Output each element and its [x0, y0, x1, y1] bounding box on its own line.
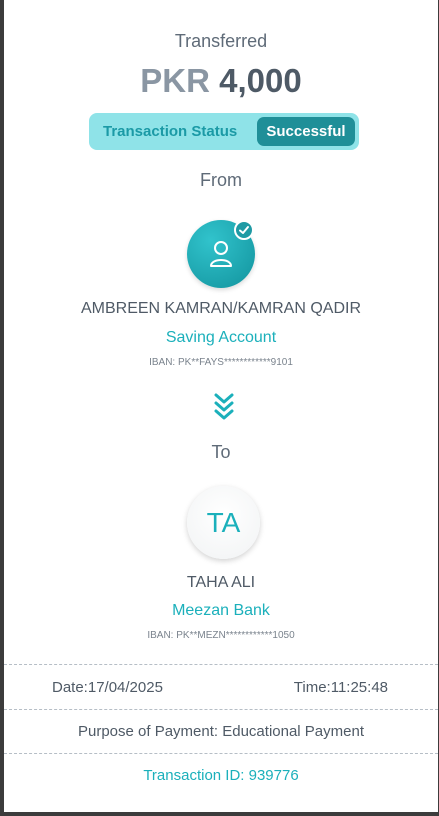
- divider: [4, 753, 438, 754]
- receiver-avatar: TA: [187, 486, 260, 559]
- currency-label: PKR: [140, 62, 210, 99]
- transfer-amount: PKR 4,000: [4, 62, 438, 100]
- status-badge: Successful: [257, 117, 355, 146]
- page-title: Transferred: [174, 31, 268, 51]
- user-icon: [210, 241, 232, 267]
- divider: [4, 664, 438, 665]
- receipt-card: Transferred PKR 4,000 Transaction Status…: [4, 0, 439, 812]
- sender-iban: IBAN: PK**FAYS************9101: [149, 357, 293, 368]
- receiver-name: TAHA ALI: [186, 574, 256, 591]
- transaction-time: Time:11:25:48: [293, 679, 388, 696]
- amount-value: 4,000: [219, 62, 302, 99]
- transaction-id: Transaction ID: 939776: [143, 767, 299, 784]
- to-label: To: [211, 442, 231, 462]
- chevrons-down-icon: [214, 393, 234, 420]
- payment-purpose: Purpose of Payment: Educational Payment: [78, 723, 364, 740]
- sender-name: AMBREEN KAMRAN/KAMRAN QADIR: [80, 300, 362, 317]
- from-label: From: [200, 170, 242, 190]
- receiver-bank: Meezan Bank: [172, 602, 270, 619]
- status-label: Transaction Status: [103, 123, 238, 140]
- transaction-status-bar: Transaction Status Successful: [89, 113, 359, 150]
- sender-account-type: Saving Account: [165, 329, 277, 346]
- transaction-date: Date:17/04/2025: [52, 679, 163, 696]
- verified-check-icon: [234, 220, 254, 240]
- divider: [4, 709, 438, 710]
- receiver-iban: IBAN: PK**MEZN************1050: [147, 630, 295, 641]
